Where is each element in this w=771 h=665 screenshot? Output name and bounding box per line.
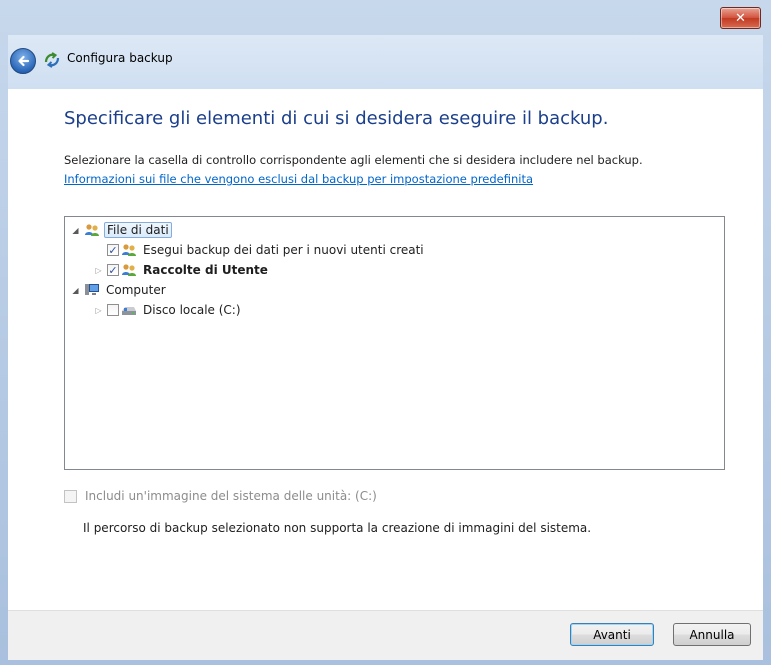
instructions-text: Selezionare la casella di controllo corr…	[64, 153, 643, 167]
disco-locale-checkbox[interactable]	[107, 304, 119, 316]
back-arrow-icon	[18, 55, 30, 67]
tree-item-file-di-dati[interactable]: ◢ File di dati	[71, 220, 172, 240]
users-icon	[122, 244, 136, 256]
tree-item-label: Raccolte di Utente	[143, 263, 268, 277]
drive-icon	[122, 307, 136, 315]
close-icon: ✕	[735, 10, 746, 26]
collapsed-triangle-icon[interactable]: ▷	[94, 266, 103, 275]
expanded-triangle-icon[interactable]: ◢	[71, 286, 80, 295]
wizard-title: Configura backup	[67, 51, 173, 65]
close-button[interactable]: ✕	[720, 7, 761, 29]
system-image-option: Includi un'immagine del sistema delle un…	[64, 489, 377, 503]
page-title: Specificare gli elementi di cui si desid…	[64, 108, 609, 129]
wizard-window: ✕ Configura backup Specificare gli eleme…	[0, 0, 771, 665]
computer-icon	[85, 284, 99, 295]
cancel-button[interactable]: Annulla	[673, 623, 751, 646]
expanded-triangle-icon[interactable]: ◢	[71, 226, 80, 235]
system-image-checkbox	[64, 489, 77, 503]
backup-items-tree[interactable]: ◢ File di dati ✓ Esegui backup dei dati …	[64, 216, 725, 470]
tree-item-label: Computer	[106, 283, 166, 297]
tree-item-label: Disco locale (C:)	[143, 303, 241, 317]
back-button[interactable]	[10, 48, 36, 74]
raccolte-checkbox[interactable]: ✓	[107, 264, 119, 276]
wizard-header: Configura backup	[8, 35, 763, 89]
system-image-label: Includi un'immagine del sistema delle un…	[85, 489, 377, 503]
users-icon	[122, 264, 136, 276]
tree-item-computer[interactable]: ◢ Computer	[71, 280, 168, 300]
users-icon	[85, 224, 99, 236]
system-image-note: Il percorso di backup selezionato non su…	[83, 521, 592, 535]
new-users-checkbox[interactable]: ✓	[107, 244, 119, 256]
tree-item-disco-locale[interactable]: ▷ Disco locale (C:)	[94, 300, 243, 320]
collapsed-triangle-icon[interactable]: ▷	[94, 306, 103, 315]
backup-icon	[44, 52, 60, 68]
tree-item-new-users[interactable]: ✓ Esegui backup dei dati per i nuovi ute…	[107, 240, 426, 260]
next-button[interactable]: Avanti	[570, 623, 654, 646]
wizard-content: Specificare gli elementi di cui si desid…	[8, 89, 763, 610]
tree-item-label: Esegui backup dei dati per i nuovi utent…	[143, 243, 424, 257]
tree-item-raccolte-di-utente[interactable]: ▷ ✓ Raccolte di Utente	[94, 260, 270, 280]
tree-item-label: File di dati	[104, 222, 172, 238]
wizard-footer: Avanti Annulla	[8, 610, 763, 660]
excluded-files-info-link[interactable]: Informazioni sui file che vengono esclus…	[64, 172, 533, 186]
